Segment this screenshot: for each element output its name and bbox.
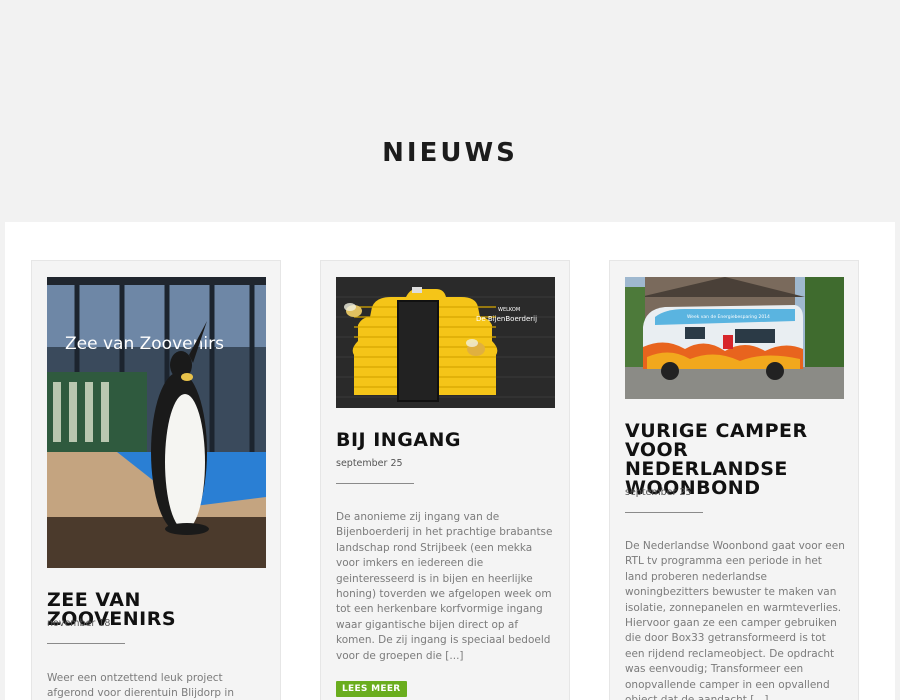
post-divider bbox=[336, 483, 414, 484]
post-image-camper[interactable]: Week van de Energiebesparing 2014 bbox=[625, 277, 844, 399]
post-excerpt: De anonieme zij ingang van de Bijenboerd… bbox=[336, 511, 553, 662]
post-date: september 25 bbox=[625, 487, 692, 498]
news-card-bij-ingang: WELKOM De BijenBoerderij BIJ INGANG sept… bbox=[320, 260, 570, 700]
news-card-zee-van-zoovenirs: Zee van Zoovenirs ZEE VAN ZOOVENIRS nove… bbox=[31, 260, 281, 700]
post-image-penguin[interactable]: Zee van Zoovenirs bbox=[47, 277, 266, 568]
image-banner-text: Week van de Energiebesparing 2014 bbox=[687, 314, 770, 320]
post-date: november 18 bbox=[47, 618, 111, 629]
news-card-vurige-camper: Week van de Energiebesparing 2014 VURIGE… bbox=[609, 260, 859, 700]
page-title: NIEUWS bbox=[382, 138, 518, 168]
post-date: september 25 bbox=[336, 458, 403, 469]
image-sign-main: De BijenBoerderij bbox=[476, 315, 537, 323]
read-more-button[interactable]: LEES MEER bbox=[336, 681, 407, 697]
post-excerpt: De Nederlandse Woonbond gaat voor een RT… bbox=[625, 540, 845, 700]
image-sign-top: WELKOM bbox=[498, 307, 520, 313]
post-title[interactable]: BIJ INGANG bbox=[336, 431, 558, 450]
post-divider bbox=[47, 643, 125, 644]
post-image-beehive-door[interactable]: WELKOM De BijenBoerderij bbox=[336, 277, 555, 408]
post-divider bbox=[625, 512, 703, 513]
post-excerpt: Weer een ontzettend leuk project afgeron… bbox=[47, 672, 235, 700]
